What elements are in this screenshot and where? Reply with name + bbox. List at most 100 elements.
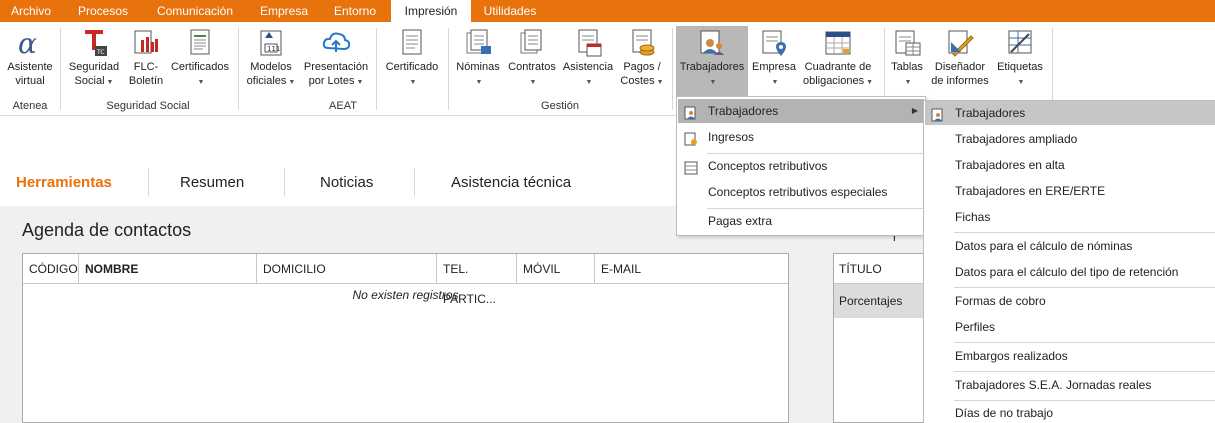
chevron-down-icon: ▼ — [1017, 79, 1025, 86]
column-header-telefono[interactable]: TEL. PARTIC... — [437, 254, 517, 306]
disenador-informes-button[interactable]: Diseñador de informes — [928, 26, 992, 98]
column-header-codigo[interactable]: CÓDIGO — [23, 254, 79, 284]
menu-item-pagas-extra[interactable]: Pagas extra — [678, 209, 924, 233]
menu-item-conceptos-retributivos[interactable]: Conceptos retributivos — [678, 154, 924, 178]
ribbon-divider — [672, 28, 673, 110]
income-icon — [684, 130, 698, 146]
table-icon — [892, 28, 922, 58]
submenu-item-embargos-realizados[interactable]: Embargos realizados — [925, 344, 1215, 368]
submenu-item-perfiles[interactable]: Perfiles — [925, 315, 1215, 339]
tab-comunicacion[interactable]: Comunicación — [142, 0, 248, 22]
contratos-button[interactable]: Contratos ▼ — [504, 26, 560, 98]
chevron-down-icon: ▼ — [475, 79, 483, 86]
modelos-oficiales-button[interactable]: 111 Modelos oficiales ▼ — [242, 26, 300, 98]
group-label-seguridad-social: Seguridad Social — [106, 100, 190, 112]
submenu-item-formas-de-cobro[interactable]: Formas de cobro — [925, 289, 1215, 313]
column-header-nombre[interactable]: NOMBRE — [79, 254, 257, 284]
submenu-item-datos-calculo-nominas[interactable]: Datos para el cálculo de nóminas — [925, 234, 1215, 258]
tab-divider — [414, 168, 415, 196]
table-row[interactable]: Porcentajes — [834, 284, 934, 318]
tab-divider — [148, 168, 149, 196]
nominas-button[interactable]: Nóminas ▼ — [452, 26, 504, 98]
tab-impresion[interactable]: Impresión — [391, 0, 471, 22]
tab-asistencia-tecnica[interactable]: Asistencia técnica — [451, 174, 571, 191]
ribbon-divider — [1052, 28, 1053, 110]
tab-utilidades[interactable]: Utilidades — [474, 0, 546, 22]
ribbon-divider — [60, 28, 61, 110]
menu-item-trabajadores[interactable]: Trabajadores ▶ — [678, 99, 924, 123]
trabajadores-dropdown-menu: Trabajadores ▶ Ingresos Conceptos retrib… — [676, 96, 926, 236]
asistente-virtual-button[interactable]: α Asistente virtual — [2, 26, 58, 98]
svg-text:111: 111 — [267, 45, 280, 53]
concepts-table-icon — [684, 159, 698, 175]
cloud-upload-icon — [321, 28, 351, 58]
presentacion-por-lotes-button[interactable]: Presentación por Lotes ▼ — [300, 26, 372, 98]
group-label-gestion: Gestión — [541, 100, 579, 112]
chevron-down-icon: ▼ — [904, 79, 912, 86]
alpha-icon: α — [15, 27, 45, 60]
column-header-domicilio[interactable]: DOMICILIO — [257, 254, 437, 284]
pagos-costes-button[interactable]: Pagos / Costes ▼ — [616, 26, 668, 98]
group-label-atenea: Atenea — [12, 100, 48, 112]
submenu-item-dias-no-trabajo[interactable]: Días de no trabajo — [925, 401, 1215, 423]
svg-text:α: α — [18, 28, 37, 58]
tab-noticias[interactable]: Noticias — [320, 174, 373, 191]
workers-icon — [697, 28, 727, 58]
menu-item-conceptos-retributivos-especiales[interactable]: Conceptos retributivos especiales — [678, 180, 924, 204]
chevron-right-icon: ▶ — [911, 106, 918, 115]
empresa-button[interactable]: Empresa ▼ — [750, 26, 798, 98]
menu-item-ingresos[interactable]: Ingresos — [678, 125, 924, 149]
certificate-icon — [185, 28, 215, 58]
trabajadores-submenu: Trabajadores Trabajadores ampliado Traba… — [923, 100, 1215, 423]
contacts-table[interactable]: CÓDIGO NOMBRE DOMICILIO TEL. PARTIC... M… — [22, 253, 789, 423]
submenu-item-datos-calculo-retencion[interactable]: Datos para el cálculo del tipo de retenc… — [925, 260, 1215, 284]
submenu-item-trabajadores[interactable]: Trabajadores — [925, 101, 1215, 125]
submenu-item-fichas[interactable]: Fichas — [925, 205, 1215, 229]
percentages-table[interactable]: TÍTULO Porcentajes — [833, 253, 934, 423]
chevron-down-icon: ▼ — [356, 79, 364, 86]
menu-separator — [954, 287, 1215, 288]
empty-message: No existen registros — [352, 288, 459, 302]
workers-icon — [931, 106, 945, 122]
calendar-grid-icon — [823, 28, 853, 58]
tab-procesos[interactable]: Procesos — [64, 0, 142, 22]
certificados-button[interactable]: Certificados ▼ — [168, 26, 232, 98]
report-designer-icon — [945, 28, 975, 58]
tab-archivo[interactable]: Archivo — [0, 0, 62, 22]
ribbon-divider — [238, 28, 239, 110]
asistencia-button[interactable]: Asistencia ▼ — [560, 26, 616, 98]
seguridad-social-button[interactable]: TC Seguridad Social ▼ — [64, 26, 124, 98]
trabajadores-button[interactable]: Trabajadores ▼ — [676, 26, 748, 98]
submenu-item-trabajadores-ere-erte[interactable]: Trabajadores en ERE/ERTE — [925, 179, 1215, 203]
flc-boletin-button[interactable]: FLC- Boletín — [124, 26, 168, 98]
cuadrante-obligaciones-button[interactable]: Cuadrante de obligaciones ▼ — [798, 26, 878, 98]
document-icon — [397, 28, 427, 58]
certificado-button[interactable]: Certificado ▼ — [380, 26, 444, 98]
chevron-down-icon: ▼ — [197, 79, 205, 86]
ribbon-divider — [376, 28, 377, 110]
chevron-down-icon: ▼ — [709, 79, 717, 86]
menu-tab-bar: Archivo Procesos Comunicación Empresa En… — [0, 0, 1215, 22]
payroll-document-icon — [463, 28, 493, 58]
column-header-movil[interactable]: MÓVIL — [517, 254, 595, 284]
tab-resumen[interactable]: Resumen — [180, 174, 244, 191]
menu-separator — [954, 232, 1215, 233]
tab-entorno[interactable]: Entorno — [322, 0, 388, 22]
submenu-item-sea-jornadas-reales[interactable]: Trabajadores S.E.A. Jornadas reales — [925, 373, 1215, 397]
column-header-titulo[interactable]: TÍTULO — [834, 254, 934, 284]
submenu-item-trabajadores-en-alta[interactable]: Trabajadores en alta — [925, 153, 1215, 177]
submenu-item-trabajadores-ampliado[interactable]: Trabajadores ampliado — [925, 127, 1215, 151]
tab-divider — [284, 168, 285, 196]
labels-icon — [1005, 28, 1035, 58]
tab-empresa[interactable]: Empresa — [248, 0, 320, 22]
tablas-button[interactable]: Tablas ▼ — [886, 26, 928, 98]
etiquetas-button[interactable]: Etiquetas ▼ — [992, 26, 1048, 98]
tab-herramientas[interactable]: Herramientas — [16, 174, 112, 191]
chevron-down-icon: ▼ — [106, 79, 114, 86]
chevron-down-icon: ▼ — [771, 79, 779, 86]
menu-separator — [954, 371, 1215, 372]
workers-icon — [684, 104, 698, 120]
agenda-title: Agenda de contactos — [22, 220, 192, 240]
column-header-email[interactable]: E-MAIL — [595, 254, 788, 284]
attendance-calendar-icon — [573, 28, 603, 58]
